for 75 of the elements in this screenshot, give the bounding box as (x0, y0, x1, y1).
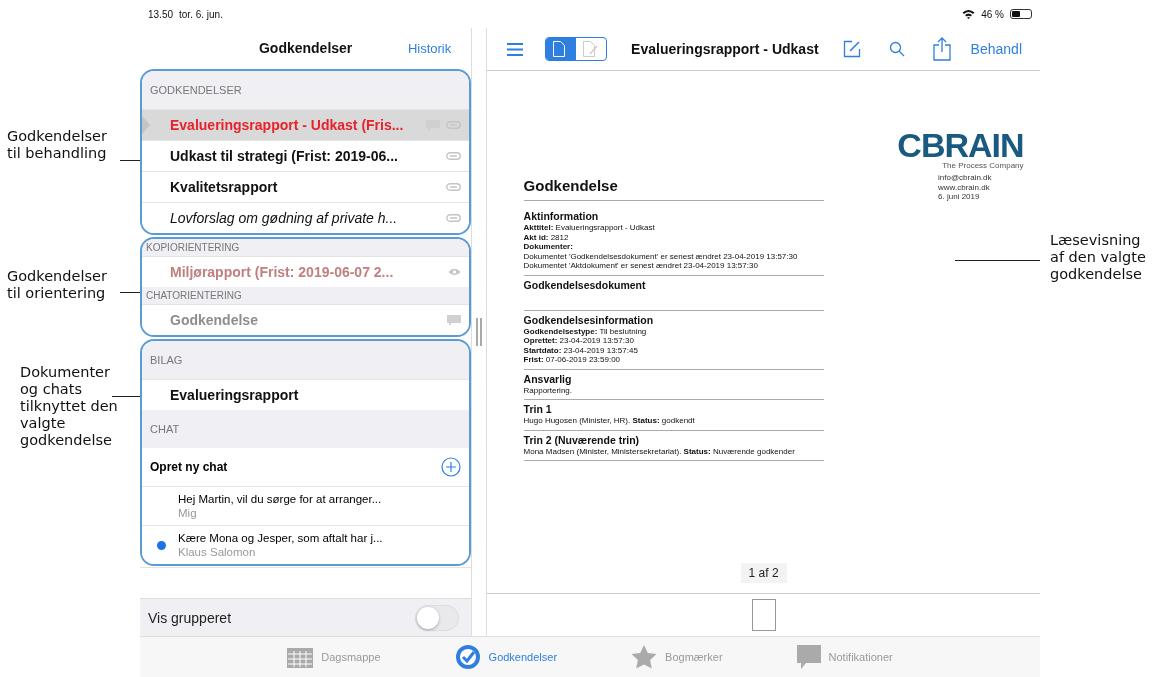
speech-bubble-icon (796, 645, 821, 669)
page-counter: 1 af 2 (740, 563, 787, 583)
compose-icon[interactable] (842, 40, 861, 58)
add-icon[interactable] (441, 457, 462, 477)
leader-line (120, 292, 140, 293)
approval-list-item[interactable]: Evalueringsrapport - Udkast (Fris... (142, 109, 470, 140)
battery-icon (1010, 9, 1032, 19)
eye-icon (448, 268, 462, 276)
section-heading: Aktinformation (523, 210, 600, 222)
menu-icon[interactable] (507, 42, 524, 56)
document-text: Frist: 07-06-2019 23:59:00 (523, 355, 622, 365)
document-text: Hugo Hugosen (Minister, HR). Status: godkendt (523, 416, 696, 426)
status-time: 13.50 (148, 8, 174, 20)
chat-author: Mig (178, 506, 198, 520)
speech-bubble-icon (447, 314, 462, 326)
drag-handle-icon[interactable] (476, 318, 483, 346)
approval-list-item[interactable]: Lovforslag om gødning af private h... (142, 202, 470, 233)
status-date: tor. 6. jun. (179, 8, 223, 20)
company-logo: CBRAIN (897, 129, 1024, 161)
document-text: Dokumentet 'Aktdokument' er senest ændret 23-04-2019 13:57:30 (523, 261, 759, 271)
battery-percent: 46 % (981, 8, 1004, 20)
view-mode-tab[interactable] (546, 38, 577, 60)
document-text: Oprettet: 23-04-2019 13:57:30 (523, 336, 635, 346)
section-header: CHAT (142, 410, 470, 448)
section-header: CHATORIENTERING (142, 287, 470, 304)
calendar-icon (287, 646, 314, 668)
contact-line: 6. juni 2019 (938, 192, 981, 202)
wifi-icon (962, 9, 976, 19)
document-text: Mona Madsen (Minister, Ministersekretariat). Status: Nuværende godkender (523, 446, 796, 456)
tab-bar-item[interactable]: Godkendelser (454, 637, 558, 677)
logo-tagline: The Process Company (942, 161, 1024, 170)
pane-title: Godkendelser (258, 40, 353, 56)
section-heading: Trin 1 (523, 403, 553, 415)
tab-bar-item[interactable]: Notifikationer (796, 637, 893, 677)
chat-message-preview: Kære Mona og Jesper, som aftalt har j... (178, 531, 383, 545)
document-text: Akt id: 2812 (523, 232, 570, 242)
section-header: GODKENDELSER (142, 71, 470, 109)
section-heading: Trin 2 (Nuværende trin) (523, 433, 641, 446)
leader-line (120, 160, 140, 161)
share-icon[interactable] (932, 37, 951, 61)
document-text: Godkendelsestype: Til beslutning (523, 326, 648, 336)
section-heading: Godkendelsesinformation (523, 313, 655, 326)
callout-text: Læsevisning af den valgte godkendelse (1050, 232, 1146, 283)
contact-line: www.cbrain.dk (938, 182, 991, 192)
chat-list-item[interactable]: Kære Mona og Jesper, som aftalt har j... Klaus Salomon (142, 525, 470, 564)
tab-bar-item[interactable]: Dagsmappe (287, 637, 381, 677)
chat-author: Klaus Salomon (178, 545, 257, 559)
document-heading: Godkendelse (523, 177, 824, 201)
tab-bar-item[interactable]: Bogmærker (631, 637, 723, 677)
section-heading: Godkendelsesdokument (523, 278, 647, 291)
chat-message-preview: Hej Martin, vil du sørge for at arranger... (178, 492, 382, 506)
callout-text: Godkendelser til behandling (7, 128, 107, 162)
history-link[interactable]: Historik (407, 40, 452, 56)
document-text: Rapportering. (523, 385, 574, 395)
section-header: BILAG (142, 341, 470, 379)
document-text: Startdato: 23-04-2019 13:57:45 (523, 345, 639, 355)
star-icon (631, 645, 658, 669)
callout-text: Godkendelser til orientering (7, 268, 107, 302)
section-header: KOPIORIENTERING (142, 239, 470, 256)
document-pencil-icon (583, 41, 600, 57)
callout-text: Dokumenter og chats tilknyttet den valgte godkendelse (20, 364, 118, 449)
page-thumbnail[interactable] (751, 599, 776, 631)
new-chat-label: Opret ny chat (150, 460, 229, 474)
document-title: Evalueringsrapport - Udkast (631, 41, 819, 57)
document-text: Dokumentet 'Godkendelsesdokument' er senest ændret 23-04-2019 13:57:30 (523, 251, 799, 261)
orientation-list-item[interactable]: Godkendelse (142, 304, 470, 335)
search-icon[interactable] (888, 41, 905, 57)
process-button[interactable]: Behandl (970, 41, 1022, 57)
leader-line (112, 396, 140, 397)
document-text: Dokumenter: (523, 242, 574, 252)
contact-line: info@cbrain.dk (938, 173, 992, 183)
document-text: Akttitel: Evalueringsrapport - Udkast (523, 223, 656, 233)
section-heading: Ansvarlig (523, 372, 573, 385)
group-toggle[interactable] (415, 604, 460, 631)
toggle-label: Vis grupperet (148, 609, 232, 626)
